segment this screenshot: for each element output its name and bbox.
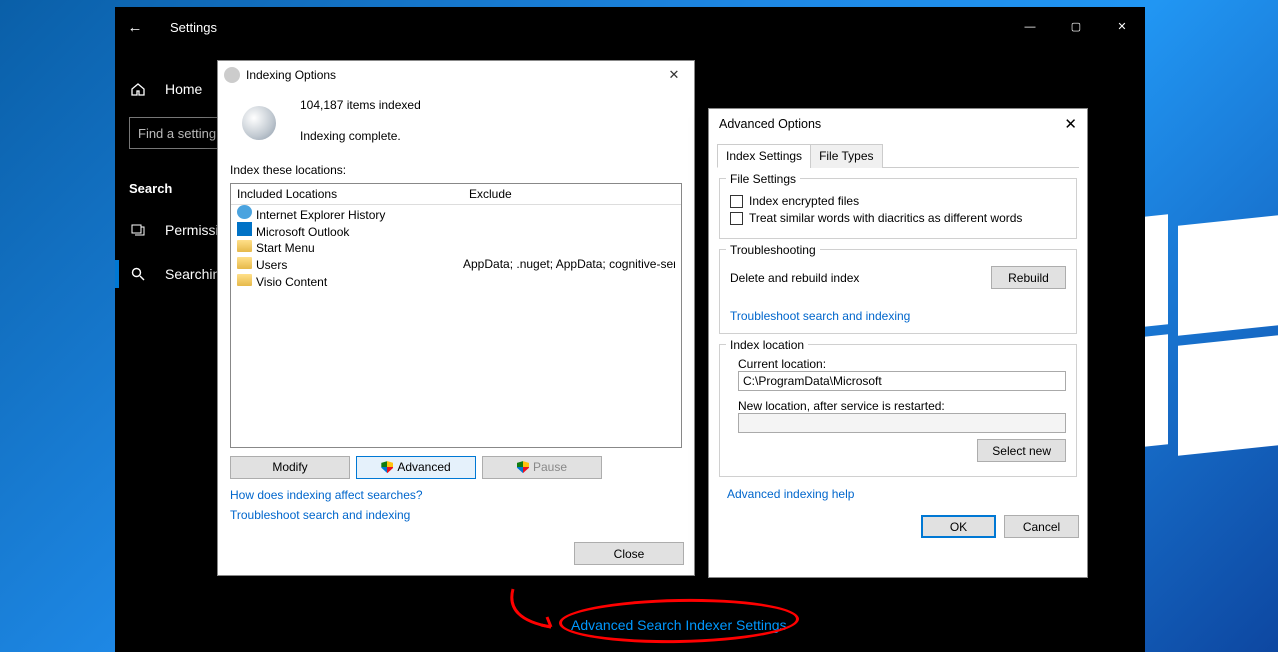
troubleshoot-title: Troubleshooting: [726, 243, 820, 257]
advanced-indexing-help-link[interactable]: Advanced indexing help: [727, 487, 854, 501]
search-icon: [129, 265, 147, 283]
folder-icon: [237, 257, 252, 269]
delete-rebuild-label: Delete and rebuild index: [730, 271, 859, 285]
location-row[interactable]: UsersAppData; .nuget; AppData; cognitive…: [231, 256, 681, 273]
location-row[interactable]: Internet Explorer History: [231, 205, 681, 222]
group-troubleshooting: Troubleshooting Delete and rebuild index…: [719, 249, 1077, 334]
index-location-title: Index location: [726, 338, 808, 352]
new-location-label: New location, after service is restarted…: [738, 399, 1066, 413]
location-row[interactable]: Microsoft Outlook: [231, 222, 681, 239]
advanced-title: Advanced Options: [719, 117, 821, 131]
chk-encrypted-row[interactable]: Index encrypted files: [730, 194, 1066, 208]
folder-icon: [237, 274, 252, 286]
shield-icon: [517, 461, 529, 473]
link-troubleshoot-indexing[interactable]: Troubleshoot search and indexing: [230, 505, 410, 525]
settings-titlebar: ← Settings — ▢ ✕: [115, 7, 1145, 47]
advanced-button[interactable]: Advanced: [356, 456, 476, 479]
tab-index-settings[interactable]: Index Settings: [717, 144, 811, 168]
col-included[interactable]: Included Locations: [231, 184, 463, 204]
index-these-label: Index these locations:: [230, 163, 682, 177]
indexing-status: Indexing complete.: [300, 128, 421, 145]
indexing-titlebar: Indexing Options ✕: [218, 61, 694, 89]
location-row[interactable]: Visio Content: [231, 273, 681, 290]
file-settings-title: File Settings: [726, 172, 800, 186]
permissions-icon: [129, 221, 147, 239]
advanced-titlebar: Advanced Options ✕: [709, 109, 1087, 139]
indexing-close-button[interactable]: ✕: [660, 67, 688, 83]
cancel-button[interactable]: Cancel: [1004, 515, 1079, 538]
items-indexed: 104,187 items indexed: [300, 97, 421, 114]
group-index-location: Index location Current location: New loc…: [719, 344, 1077, 477]
advanced-button-label: Advanced: [397, 460, 450, 474]
maximize-button[interactable]: ▢: [1053, 12, 1099, 42]
pause-button-label: Pause: [533, 460, 567, 474]
home-icon: [129, 80, 147, 98]
indexing-options-dialog: Indexing Options ✕ 104,187 items indexed…: [217, 60, 695, 576]
settings-title: Settings: [155, 20, 217, 35]
link-how-indexing[interactable]: How does indexing affect searches?: [230, 485, 423, 505]
chk-diacritics-label: Treat similar words with diacritics as d…: [749, 211, 1022, 225]
indexing-title-icon: [224, 67, 240, 83]
back-button[interactable]: ←: [115, 19, 155, 36]
window-close-button[interactable]: ✕: [1099, 12, 1145, 42]
ie-icon: [237, 205, 252, 219]
link-troubleshoot-advanced[interactable]: Troubleshoot search and indexing: [730, 309, 910, 323]
ol-icon: [237, 222, 252, 236]
select-new-button[interactable]: Select new: [977, 439, 1066, 462]
indexing-title: Indexing Options: [246, 68, 336, 82]
checkbox-icon: [730, 212, 743, 225]
pause-button: Pause: [482, 456, 602, 479]
ok-button[interactable]: OK: [921, 515, 996, 538]
folder-icon: [237, 240, 252, 252]
home-label: Home: [165, 81, 202, 97]
location-row[interactable]: Start Menu: [231, 239, 681, 256]
indexing-close-footer-button[interactable]: Close: [574, 542, 684, 565]
search-index-icon: [242, 106, 276, 140]
tab-file-types[interactable]: File Types: [810, 144, 882, 168]
checkbox-icon: [730, 195, 743, 208]
chk-diacritics-row[interactable]: Treat similar words with diacritics as d…: [730, 211, 1066, 225]
advanced-options-dialog: Advanced Options ✕ Index Settings File T…: [708, 108, 1088, 578]
chk-encrypted-label: Index encrypted files: [749, 194, 859, 208]
col-exclude[interactable]: Exclude: [463, 184, 681, 204]
annotation-arrow: [503, 579, 563, 639]
current-location-label: Current location:: [738, 357, 1066, 371]
group-file-settings: File Settings Index encrypted files Trea…: [719, 178, 1077, 239]
advanced-tabs: Index Settings File Types: [717, 143, 1079, 168]
modify-button[interactable]: Modify: [230, 456, 350, 479]
new-location-field: [738, 413, 1066, 433]
locations-listbox[interactable]: Included Locations Exclude Internet Expl…: [230, 183, 682, 448]
current-location-field[interactable]: [738, 371, 1066, 391]
advanced-indexer-link[interactable]: Advanced Search Indexer Settings: [571, 617, 787, 633]
rebuild-button[interactable]: Rebuild: [991, 266, 1066, 289]
minimize-button[interactable]: —: [1007, 12, 1053, 42]
shield-icon: [381, 461, 393, 473]
advanced-close-button[interactable]: ✕: [1064, 115, 1077, 133]
